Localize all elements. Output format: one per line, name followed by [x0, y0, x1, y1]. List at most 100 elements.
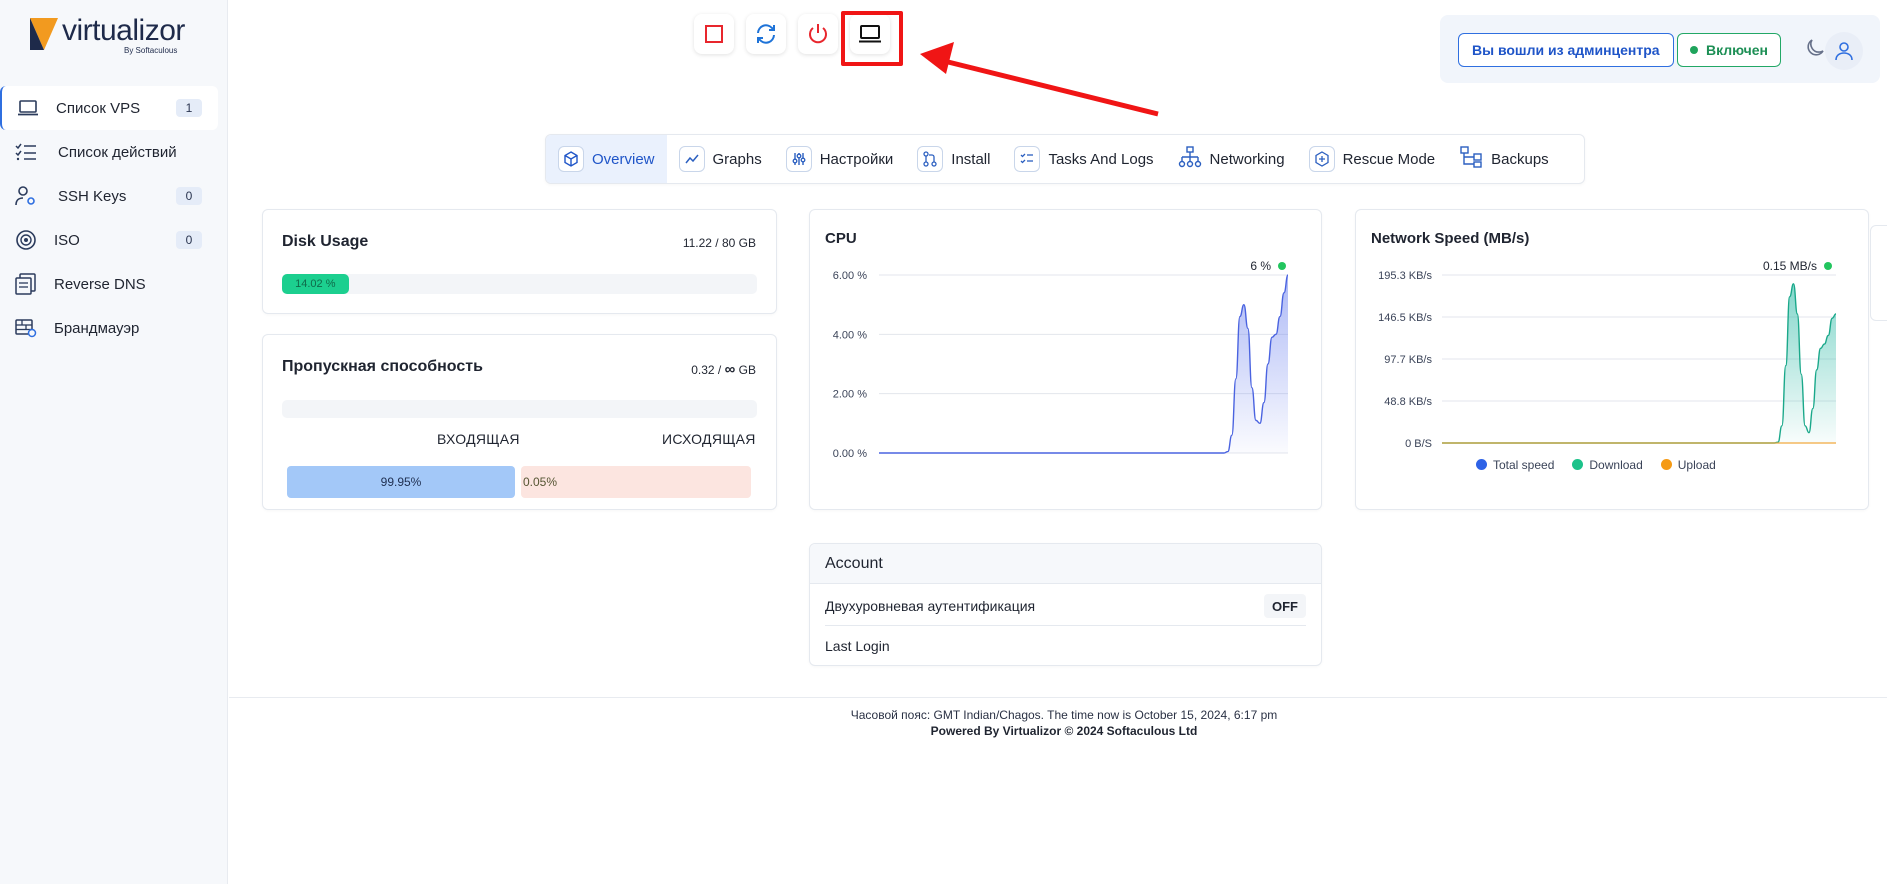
tasks-icon [1014, 146, 1041, 172]
annotation-arrow-icon [920, 42, 1159, 117]
last-login-label: Last Login [825, 638, 890, 654]
sidebar-item-firewall[interactable]: Брандмауэр [0, 306, 218, 350]
incoming-bar: 99.95% [287, 466, 515, 498]
tab-rescue-mode[interactable]: Rescue Mode [1297, 135, 1448, 183]
legend-total-speed[interactable]: Total speed [1476, 458, 1554, 472]
tab-label: Graphs [712, 150, 762, 168]
checklist-icon [14, 140, 38, 164]
tab-label: Backups [1491, 150, 1549, 168]
cpu-chart: 6.00 % 4.00 % 2.00 % 0.00 % 6 % [833, 259, 1289, 460]
live-indicator-dot [1278, 262, 1286, 270]
restart-button[interactable] [746, 14, 786, 54]
incoming-label: ВХОДЯЩАЯ [437, 431, 520, 447]
current-value-label: 0.15 MB/s [1763, 259, 1817, 273]
y-tick-label: 4.00 % [833, 329, 867, 341]
outgoing-label: ИСХОДЯЩАЯ [662, 431, 756, 447]
power-icon [809, 24, 827, 44]
moon-icon[interactable] [1804, 37, 1826, 59]
tab-install[interactable]: Install [905, 135, 1002, 183]
twofa-label: Двухуровневая аутентификация [825, 597, 1036, 614]
disk-usage-title: Disk Usage [282, 233, 369, 250]
current-value-label: 6 % [1250, 259, 1271, 273]
last-login-row: Last Login [825, 626, 1306, 666]
vps-status-badge[interactable]: Включен [1677, 33, 1781, 67]
sidebar-item-reverse-dns[interactable]: Reverse DNS [0, 262, 218, 306]
logo[interactable]: virtualizor By Softaculous [28, 14, 198, 56]
legend-label: Download [1589, 458, 1643, 472]
dns-icon [14, 272, 38, 296]
cpu-card: CPU 6.00 % 4.00 % 2.00 % 0.00 % 6 % [809, 209, 1322, 510]
legend-dot-icon [1476, 459, 1487, 470]
series-area [1442, 283, 1836, 443]
bandwidth-value: 0.32 / ∞ GB [691, 361, 756, 378]
ssh-keys-count-badge: 0 [176, 187, 202, 205]
sidebar-item-label: Reverse DNS [54, 275, 146, 293]
infinity-icon: ∞ [724, 361, 736, 378]
line-chart-icon [678, 146, 705, 172]
y-tick-label: 146.5 KB/s [1378, 312, 1432, 324]
twofa-row: Двухуровневая аутентификация OFF [825, 586, 1306, 626]
network-icon [1178, 145, 1202, 173]
sidebar-item-vps-list[interactable]: Список VPS 1 [0, 86, 218, 130]
tab-settings[interactable]: Настройки [774, 135, 906, 183]
twofa-status-badge[interactable]: OFF [1264, 594, 1306, 618]
refresh-icon [757, 24, 775, 44]
live-indicator-dot [1824, 262, 1832, 270]
network-legend: Total speed Download Upload [1476, 458, 1716, 472]
series-line [1442, 283, 1837, 444]
side-panel-handle[interactable] [1870, 225, 1887, 321]
sidebar-item-actions-list[interactable]: Список действий [0, 130, 218, 174]
bandwidth-used: 0.32 / [691, 363, 722, 377]
tab-label: Install [951, 150, 991, 168]
logo-byline: By Softaculous [124, 46, 178, 55]
sidebar-nav: Список VPS 1 Список действий SSH Keys 0 … [0, 86, 228, 350]
logo-text: virtualizor [62, 14, 185, 47]
sidebar-item-label: SSH Keys [58, 187, 127, 205]
tab-overview[interactable]: Overview [546, 135, 667, 183]
account-header [810, 544, 1321, 584]
admin-session-button[interactable]: Вы вошли из админцентра [1458, 33, 1674, 67]
legend-download[interactable]: Download [1572, 458, 1643, 472]
series-line [879, 274, 1289, 454]
footer-divider [229, 697, 1887, 698]
tab-networking[interactable]: Networking [1166, 135, 1297, 183]
power-off-button[interactable] [798, 14, 838, 54]
y-tick-label: 48.8 KB/s [1384, 396, 1432, 408]
user-status-panel: Вы вошли из админцентра Включен [1440, 15, 1880, 83]
y-tick-label: 2.00 % [833, 389, 867, 401]
console-button-highlight [841, 11, 903, 66]
account-card: Account Двухуровневая аутентификация OFF… [809, 543, 1322, 666]
disk-usage-value: 11.22 / 80 GB [682, 236, 756, 250]
avatar[interactable] [1825, 32, 1863, 70]
y-tick-label: 195.3 KB/s [1378, 270, 1432, 282]
tab-label: Rescue Mode [1342, 150, 1436, 168]
backup-icon [1459, 145, 1483, 173]
sidebar-item-iso[interactable]: ISO 0 [0, 218, 218, 262]
sliders-icon [785, 146, 812, 172]
y-tick-label: 0 B/S [1405, 438, 1432, 450]
tab-backups[interactable]: Backups [1447, 135, 1561, 183]
tab-tasks-and-logs[interactable]: Tasks And Logs [1002, 135, 1165, 183]
stop-button[interactable] [694, 14, 734, 54]
bandwidth-unit: GB [738, 363, 756, 377]
sidebar-item-label: Список VPS [56, 99, 141, 117]
tab-label: Overview [592, 150, 655, 168]
tab-graphs[interactable]: Graphs [667, 135, 774, 183]
laptop-icon [16, 96, 40, 120]
status-label: Включен [1706, 42, 1768, 58]
sidebar-item-label: ISO [54, 231, 80, 249]
rescue-icon [1308, 146, 1335, 172]
footer-powered-by: Powered By Virtualizor © 2024 Softaculou… [930, 724, 1198, 738]
series-area [879, 275, 1288, 453]
outgoing-bar: 0.05% [521, 466, 751, 498]
sidebar-item-label: Брандмауэр [54, 319, 140, 337]
sidebar-item-ssh-keys[interactable]: SSH Keys 0 [0, 174, 218, 218]
logo-icon [30, 18, 58, 50]
firewall-icon [14, 316, 38, 340]
disk-usage-card: Disk Usage 11.22 / 80 GB 14.02 % [262, 209, 777, 314]
legend-label: Total speed [1493, 458, 1555, 472]
user-icon [1835, 42, 1853, 61]
user-key-icon [14, 184, 38, 208]
legend-upload[interactable]: Upload [1660, 458, 1716, 472]
tab-label: Networking [1209, 150, 1285, 168]
